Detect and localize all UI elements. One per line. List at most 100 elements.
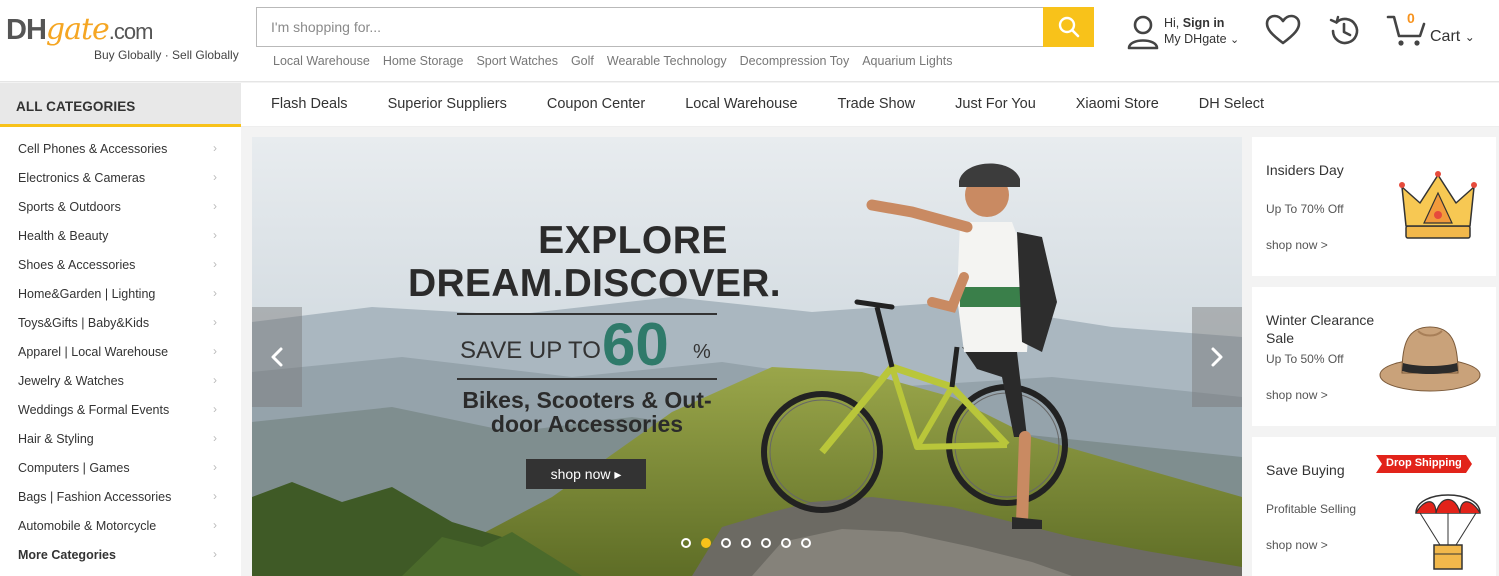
banner-headline-1: EXPLORE	[538, 219, 728, 262]
promo-card-save-buying[interactable]: Save Buying Profitable Selling shop now …	[1252, 437, 1496, 576]
user-icon	[1127, 15, 1159, 50]
nav-link-dh-select[interactable]: DH Select	[1199, 96, 1264, 112]
chevron-right-icon: ›	[213, 344, 217, 358]
nav-link-superior-suppliers[interactable]: Superior Suppliers	[388, 96, 507, 112]
hat-icon	[1379, 326, 1481, 392]
banner-prev-button[interactable]	[252, 307, 302, 407]
account-menu[interactable]: Hi, Sign in My DHgate ⌄	[1126, 12, 1246, 52]
all-categories-tab[interactable]: ALL CATEGORIES	[0, 83, 241, 127]
promo-shop-now-link[interactable]: shop now >	[1266, 238, 1328, 252]
chevron-right-icon: ›	[213, 489, 217, 503]
banner-dot[interactable]	[761, 538, 771, 548]
dhgate-logo[interactable]: DHgate.com Buy Globally · Sell Globally	[6, 14, 246, 66]
promo-shop-now-link[interactable]: shop now >	[1266, 388, 1328, 402]
banner-save-text: SAVE UP TO	[460, 337, 601, 364]
sidebar-item-electronics[interactable]: Electronics & Cameras ›	[0, 163, 241, 192]
chevron-down-icon: ⌄	[1464, 30, 1475, 44]
promo-subtitle: Up To 50% Off	[1266, 352, 1344, 366]
sidebar-item-cell-phones[interactable]: Cell Phones & Accessories ›	[0, 134, 241, 163]
banner-pagination	[681, 538, 821, 548]
drop-shipping-label: Drop Shipping	[1386, 457, 1462, 469]
sidebar-item-home-garden[interactable]: Home&Garden | Lighting ›	[0, 279, 241, 308]
search-bar	[256, 7, 1094, 47]
parachute-box-icon	[1415, 494, 1481, 570]
chevron-right-icon: ›	[213, 547, 217, 561]
chevron-right-icon: ›	[213, 518, 217, 532]
sidebar-item-apparel[interactable]: Apparel | Local Warehouse ›	[0, 337, 241, 366]
heart-icon	[1265, 14, 1301, 45]
banner-dot[interactable]	[801, 538, 811, 548]
promo-shop-now-link[interactable]: shop now >	[1266, 538, 1328, 552]
sidebar-item-computers[interactable]: Computers | Games ›	[0, 453, 241, 482]
sidebar-item-bags[interactable]: Bags | Fashion Accessories ›	[0, 482, 241, 511]
sidebar-item-more-categories[interactable]: More Categories ›	[0, 540, 241, 569]
banner-subtitle: Bikes, Scooters & Out-door Accessories	[462, 387, 712, 437]
sidebar-item-weddings[interactable]: Weddings & Formal Events ›	[0, 395, 241, 424]
hot-word[interactable]: Wearable Technology	[607, 54, 727, 68]
chevron-down-icon: ⌄	[1230, 34, 1240, 46]
chevron-right-icon: ›	[213, 286, 217, 300]
sidebar-item-jewelry[interactable]: Jewelry & Watches ›	[0, 366, 241, 395]
banner-dot[interactable]	[721, 538, 731, 548]
sidebar-item-shoes[interactable]: Shoes & Accessories ›	[0, 250, 241, 279]
nav-link-trade-show[interactable]: Trade Show	[838, 96, 916, 112]
hot-search-words: Local Warehouse Home Storage Sport Watch…	[273, 54, 966, 68]
site-header: DHgate.com Buy Globally · Sell Globally …	[0, 0, 1499, 82]
chevron-right-icon: ›	[213, 373, 217, 387]
chevron-right-icon	[1211, 347, 1223, 367]
chevron-right-icon: ›	[213, 431, 217, 445]
hot-word[interactable]: Decompression Toy	[740, 54, 850, 68]
hot-word[interactable]: Sport Watches	[476, 54, 558, 68]
banner-dot-active[interactable]	[701, 538, 711, 548]
banner-divider	[457, 313, 717, 315]
cart-count-badge: 0	[1407, 10, 1415, 26]
banner-dot[interactable]	[781, 538, 791, 548]
search-icon	[1058, 16, 1079, 38]
chevron-right-icon: ›	[213, 170, 217, 184]
sidebar-item-hair[interactable]: Hair & Styling ›	[0, 424, 241, 453]
promo-card-insiders-day[interactable]: Insiders Day Up To 70% Off shop now >	[1252, 137, 1496, 276]
history-button[interactable]	[1327, 14, 1361, 53]
sidebar-item-health-beauty[interactable]: Health & Beauty ›	[0, 221, 241, 250]
category-sidebar: Cell Phones & Accessories › Electronics &…	[0, 127, 241, 576]
search-input[interactable]	[257, 8, 1044, 46]
crown-icon	[1399, 171, 1477, 239]
banner-dot[interactable]	[741, 538, 751, 548]
history-icon	[1329, 15, 1359, 45]
promo-subtitle: Up To 70% Off	[1266, 202, 1344, 216]
hot-word[interactable]: Local Warehouse	[273, 54, 370, 68]
chevron-right-icon: ›	[213, 315, 217, 329]
banner-divider	[457, 378, 717, 380]
logo-tagline: Buy Globally · Sell Globally	[94, 48, 239, 62]
chevron-right-icon: ›	[213, 257, 217, 271]
cart-button[interactable]: 0 Cart ⌄	[1386, 10, 1481, 50]
banner-next-button[interactable]	[1192, 307, 1242, 407]
sidebar-item-toys-gifts[interactable]: Toys&Gifts | Baby&Kids ›	[0, 308, 241, 337]
hot-word[interactable]: Home Storage	[383, 54, 464, 68]
hero-banner[interactable]: EXPLORE DREAM.DISCOVER. SAVE UP TO 60 % …	[252, 137, 1242, 576]
nav-link-flash-deals[interactable]: Flash Deals	[271, 96, 348, 112]
promo-title: Insiders Day	[1266, 162, 1344, 178]
nav-link-local-warehouse[interactable]: Local Warehouse	[685, 96, 797, 112]
chevron-right-icon: ›	[213, 460, 217, 474]
nav-link-xiaomi-store[interactable]: Xiaomi Store	[1076, 96, 1159, 112]
wishlist-button[interactable]	[1265, 14, 1301, 51]
nav-link-coupon-center[interactable]: Coupon Center	[547, 96, 645, 112]
chevron-left-icon	[271, 347, 283, 367]
promo-title: Winter Clearance Sale	[1266, 312, 1375, 346]
promo-subtitle: Profitable Selling	[1266, 502, 1357, 516]
sidebar-item-automobile[interactable]: Automobile & Motorcycle ›	[0, 511, 241, 540]
chevron-right-icon: ›	[213, 228, 217, 242]
banner-dot[interactable]	[681, 538, 691, 548]
hot-word[interactable]: Golf	[571, 54, 594, 68]
chevron-right-icon: ›	[213, 199, 217, 213]
sign-in-link[interactable]: Sign in	[1183, 16, 1225, 30]
sidebar-item-sports[interactable]: Sports & Outdoors ›	[0, 192, 241, 221]
my-dhgate-link[interactable]: My DHgate	[1164, 32, 1227, 46]
banner-shop-now-button[interactable]: shop now ▸	[526, 459, 646, 489]
search-button[interactable]	[1043, 7, 1094, 47]
hot-word[interactable]: Aquarium Lights	[862, 54, 952, 68]
promo-title: Save Buying	[1266, 462, 1345, 478]
promo-card-winter-clearance[interactable]: Winter Clearance Sale Up To 50% Off shop…	[1252, 287, 1496, 426]
nav-link-just-for-you[interactable]: Just For You	[955, 96, 1036, 112]
